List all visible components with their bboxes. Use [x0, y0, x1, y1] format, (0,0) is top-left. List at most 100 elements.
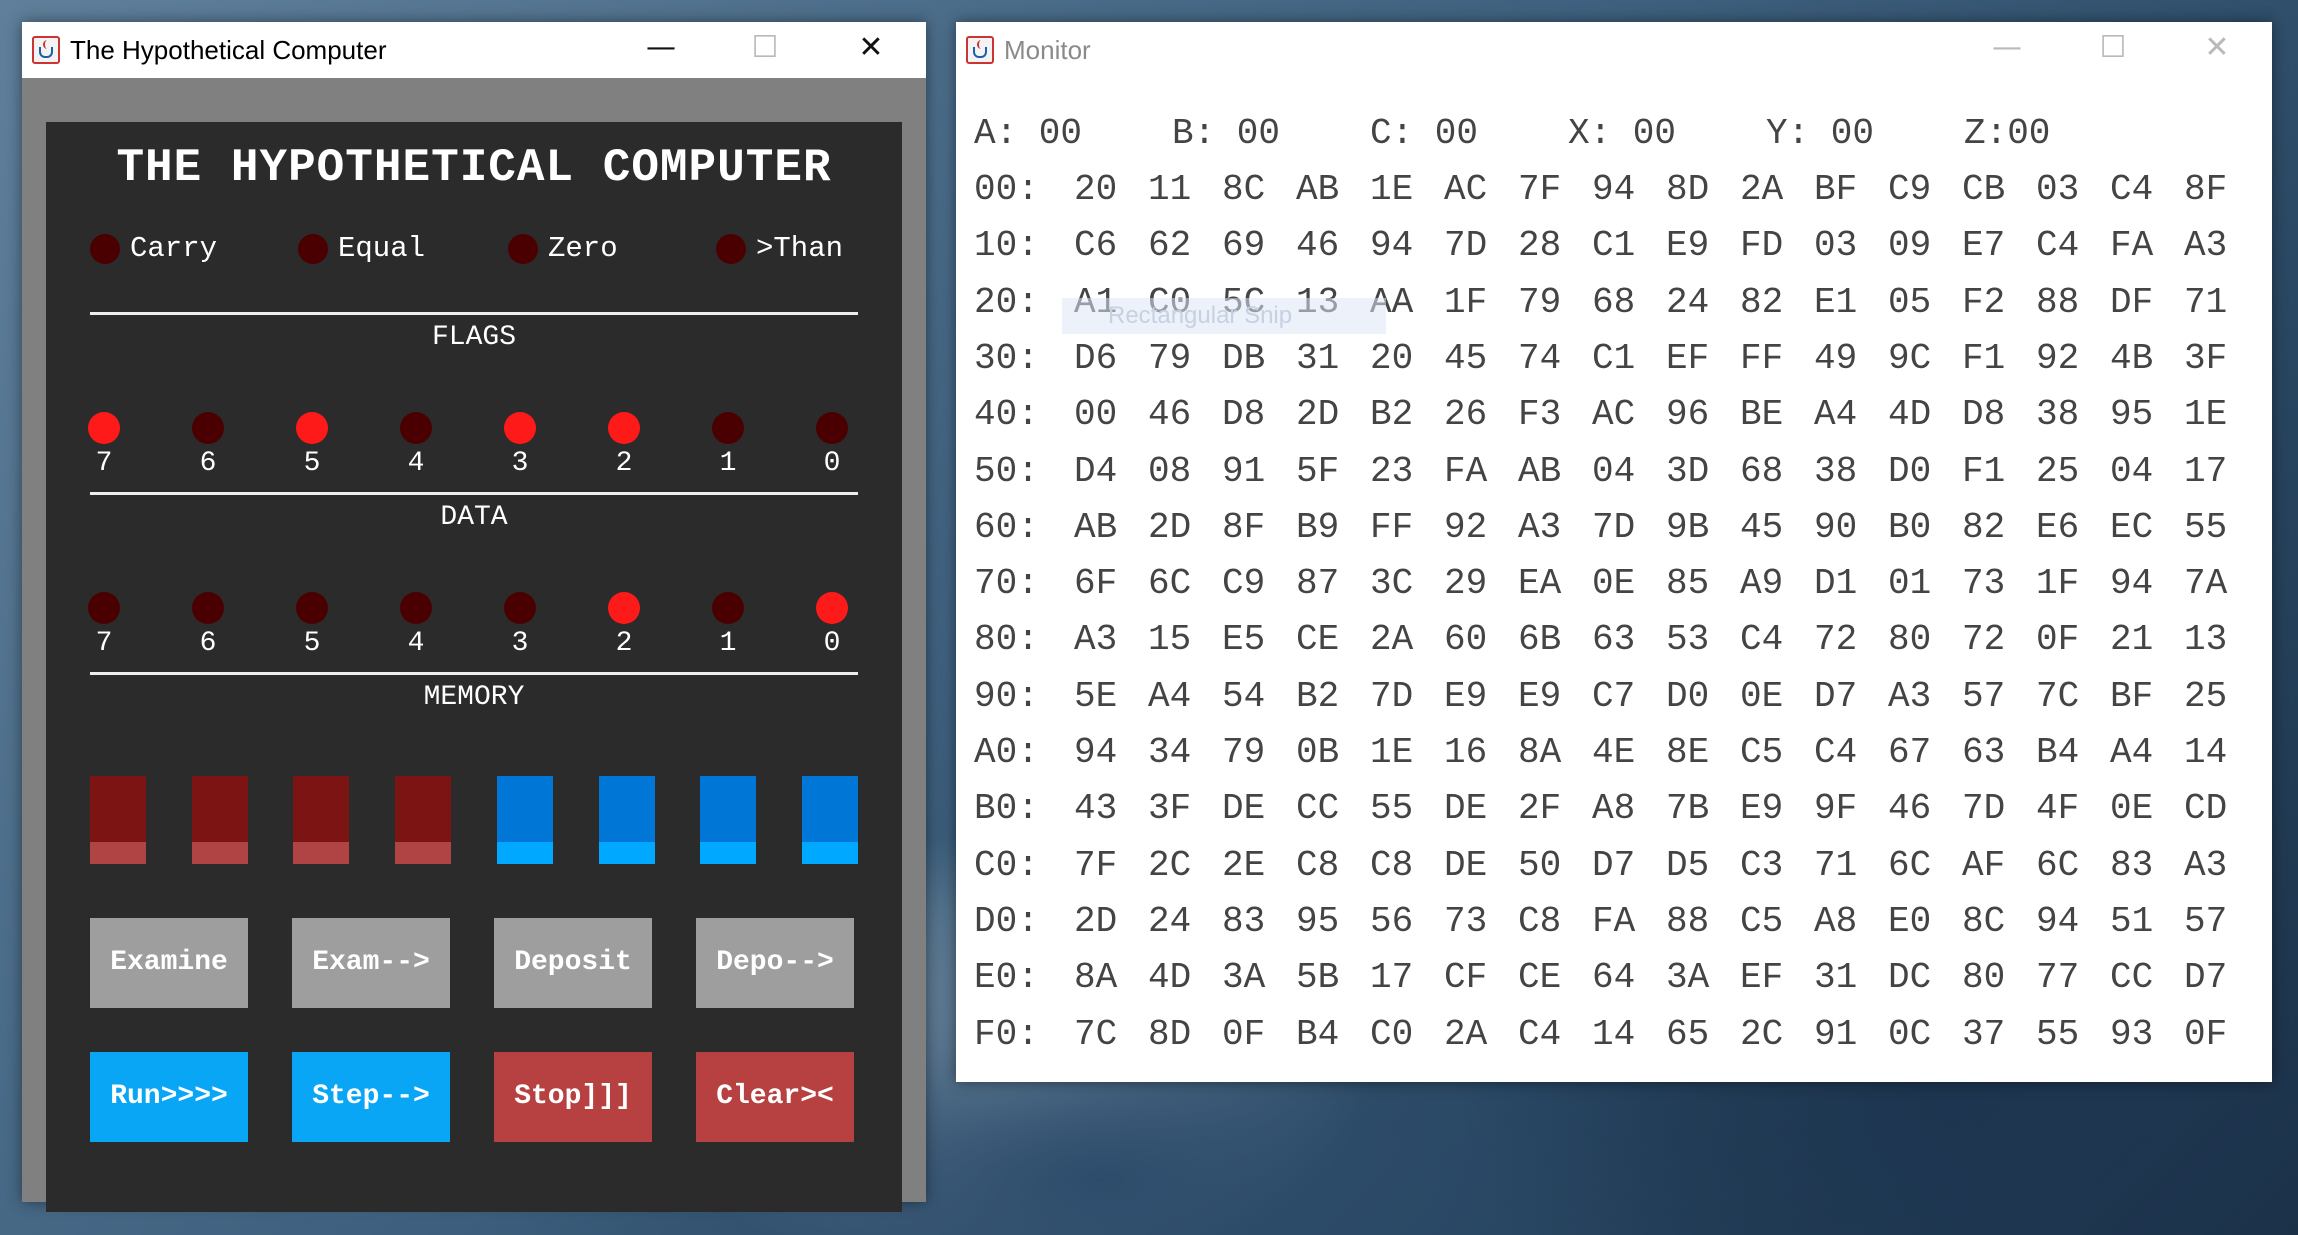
memory-cell: 6C — [1888, 844, 1932, 886]
memory-cell: D4 — [1074, 450, 1118, 492]
memory-cell: CC — [1296, 788, 1340, 830]
memory-cell: 38 — [2036, 394, 2080, 436]
memory-cell: 8C — [1222, 169, 1266, 210]
memory-cell: 53 — [1666, 619, 1710, 661]
memory-cell: D6 — [1074, 337, 1118, 379]
memory-row: B0: 43 3F DE CC 55 DE 2F A8 7B E9 9F 46 7D 4F 0E CD — [974, 789, 2258, 829]
memory-cell: B4 — [2036, 732, 2080, 773]
memory-cell: 83 — [1222, 900, 1266, 942]
data-bit-7: 7 — [84, 412, 124, 479]
memory-bit-4: 4 — [396, 592, 436, 659]
memory-cell: 5F — [1296, 450, 1340, 492]
memory-cell: FA — [2110, 225, 2154, 267]
close-icon[interactable]: ✕ — [836, 28, 906, 68]
memory-switch-0[interactable] — [801, 776, 858, 864]
memory-switch-3[interactable] — [496, 776, 553, 864]
memory-cell: C8 — [1370, 844, 1414, 886]
exam-button[interactable]: Exam--> — [292, 918, 450, 1008]
memory-cell: 50 — [1518, 844, 1562, 886]
memory-cell: 0B — [1296, 732, 1340, 773]
flag-indicator — [716, 234, 746, 264]
memory-cell: 0F — [2036, 619, 2080, 661]
row-address: 70: — [974, 563, 1039, 605]
examine-button[interactable]: Examine — [90, 918, 248, 1008]
memory-cell: 64 — [1592, 957, 1636, 999]
memory-cell: 01 — [1888, 563, 1932, 605]
switch-face — [598, 776, 655, 842]
memory-cell: 31 — [1296, 337, 1340, 379]
memory-label: MEMORY — [423, 682, 525, 713]
memory-cell: 92 — [1444, 506, 1488, 548]
memory-cell: 93 — [2110, 1013, 2154, 1055]
memory-cell: 46 — [1148, 394, 1192, 436]
memory-cell: C6 — [1074, 225, 1118, 267]
memory-cell: 7D — [1370, 675, 1414, 717]
monitor-title: Monitor — [1004, 35, 1091, 65]
memory-cell: B9 — [1296, 506, 1340, 548]
memory-cell: B2 — [1370, 394, 1414, 436]
switch-face — [700, 776, 757, 842]
switch-base — [191, 842, 248, 864]
memory-row: 40: 00 46 D8 2D B2 26 F3 AC 96 BE A4 4D D8 38 95 1E — [974, 395, 2258, 435]
memory-cell: AF — [1962, 844, 2006, 886]
memory-row: A0: 94 34 79 0B 1E 16 8A 4E 8E C5 C4 67 63 B4 A4 14 — [974, 733, 2258, 773]
memory-cell: 08 — [1148, 450, 1192, 492]
memory-row: 60: AB 2D 8F B9 FF 92 A3 7D 9B 45 90 B0 82 E6 EC 55 — [974, 506, 2258, 548]
data-led — [192, 412, 224, 444]
memory-cell: E7 — [1962, 225, 2006, 267]
memory-switch-1[interactable] — [700, 776, 757, 864]
step-button[interactable]: Step--> — [292, 1052, 450, 1142]
switch-face — [801, 776, 858, 842]
memory-cell: 63 — [1962, 732, 2006, 773]
memory-cell: 21 — [2110, 619, 2154, 661]
memory-switch-7[interactable] — [90, 776, 146, 864]
memory-cell: 7F — [1518, 169, 1562, 210]
deposit-button[interactable]: Deposit — [494, 918, 652, 1008]
memory-cell: F1 — [1962, 337, 2006, 379]
memory-cell: 57 — [1962, 675, 2006, 717]
memory-switch-6[interactable] — [191, 776, 248, 864]
maximize-icon[interactable]: ☐ — [2078, 28, 2148, 68]
memory-cell: 7D — [1444, 225, 1488, 267]
minimize-icon[interactable]: — — [626, 28, 696, 68]
memory-cell: A4 — [1148, 675, 1192, 717]
memory-cell: 94 — [1592, 169, 1636, 210]
memory-cell: 8A — [1518, 732, 1562, 773]
memory-cell: 4E — [1592, 732, 1636, 773]
memory-cell: D1 — [1814, 563, 1858, 605]
maximize-icon[interactable]: ☐ — [730, 28, 800, 68]
minimize-icon[interactable]: — — [1972, 28, 2042, 68]
memory-switch-2[interactable] — [598, 776, 655, 864]
flag-indicator — [508, 234, 538, 264]
memory-cell: 56 — [1370, 900, 1414, 942]
memory-cell: 87 — [1296, 563, 1340, 605]
memory-cell: DC — [1888, 957, 1932, 999]
data-led — [88, 412, 120, 444]
memory-cell: 55 — [1370, 788, 1414, 830]
memory-row: D0: 2D 24 83 95 56 73 C8 FA 88 C5 A8 E0 8C 94 51 57 — [974, 900, 2258, 942]
memory-cell: C4 — [1740, 619, 1784, 661]
memory-cell: FF — [1740, 337, 1784, 379]
memory-cell: 04 — [2110, 450, 2154, 492]
memory-row: F0: 7C 8D 0F B4 C0 2A C4 14 65 2C 91 0C 37 55 93 0F — [974, 1013, 2258, 1055]
memory-cell: 73 — [1962, 563, 2006, 605]
close-icon[interactable]: ✕ — [2182, 28, 2252, 68]
memory-switch-4[interactable] — [395, 776, 452, 864]
bit-label: 4 — [407, 448, 425, 479]
memory-cell: 90 — [1814, 506, 1858, 548]
memory-bit-6: 6 — [188, 592, 228, 659]
panel-heading: THE HYPOTHETICAL COMPUTER — [116, 142, 832, 194]
switch-face — [395, 776, 452, 842]
depo-button[interactable]: Depo--> — [696, 918, 854, 1008]
memory-cell: B4 — [1296, 1013, 1340, 1055]
run-button[interactable]: Run>>>> — [90, 1052, 248, 1142]
memory-switch-5[interactable] — [293, 776, 350, 864]
row-address: A0: — [974, 732, 1039, 773]
stop-button[interactable]: Stop]]] — [494, 1052, 652, 1142]
memory-cell: 25 — [2184, 675, 2228, 717]
clear-button[interactable]: Clear>< — [696, 1052, 854, 1142]
memory-cell: 4D — [1148, 957, 1192, 999]
monitor-titlebar[interactable]: Monitor — ☐ ✕ — [956, 22, 2272, 78]
memory-cell: AC — [1592, 394, 1636, 436]
computer-titlebar[interactable]: The Hypothetical Computer — ☐ ✕ — [22, 22, 926, 78]
